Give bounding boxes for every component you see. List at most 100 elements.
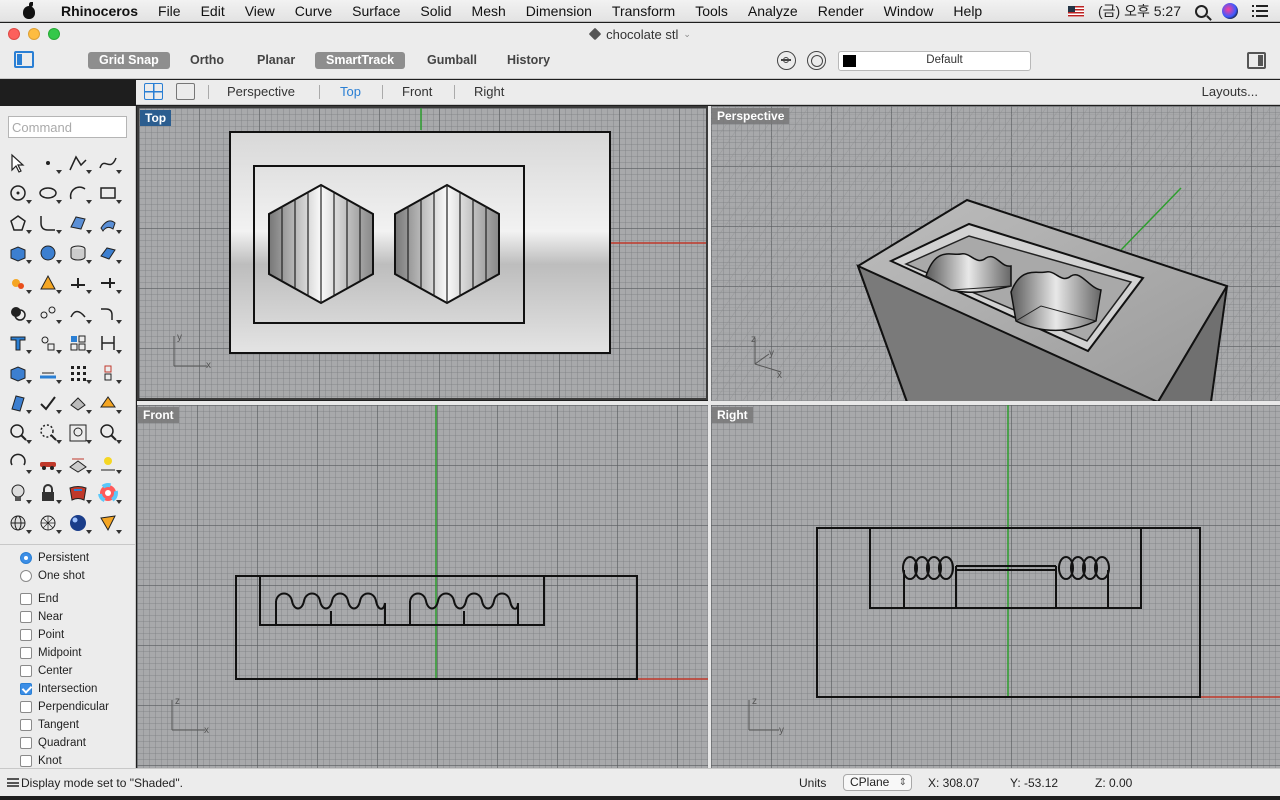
checkbox[interactable] xyxy=(20,611,32,623)
tool-button[interactable] xyxy=(64,358,94,388)
menu-transform[interactable]: Transform xyxy=(602,3,685,19)
radio-indicator[interactable] xyxy=(20,552,32,564)
osnap-midpoint-checkbox[interactable]: Midpoint xyxy=(20,647,81,659)
vertical-splitter[interactable] xyxy=(708,106,711,768)
tool-button[interactable] xyxy=(34,178,64,208)
input-source-flag-icon[interactable] xyxy=(1068,5,1084,17)
tool-button[interactable] xyxy=(34,478,64,508)
tool-button[interactable] xyxy=(94,388,124,418)
tool-button[interactable] xyxy=(4,448,34,478)
tool-button[interactable] xyxy=(4,358,34,388)
radio-indicator[interactable] xyxy=(20,570,32,582)
tool-button[interactable] xyxy=(34,238,64,268)
window-close-button[interactable] xyxy=(8,28,20,40)
tab-front[interactable]: Front xyxy=(402,84,432,99)
osnap-near-checkbox[interactable]: Near xyxy=(20,611,63,623)
tool-button[interactable] xyxy=(64,268,94,298)
filter-icon[interactable] xyxy=(777,51,796,70)
osnap-knot-checkbox[interactable]: Knot xyxy=(20,755,62,767)
osnap-one-shot-radio[interactable]: One shot xyxy=(20,570,85,582)
tool-button[interactable] xyxy=(94,418,124,448)
layouts-button[interactable]: Layouts... xyxy=(1202,84,1258,99)
window-minimize-button[interactable] xyxy=(28,28,40,40)
tool-button[interactable] xyxy=(64,388,94,418)
gumball-toggle[interactable]: Gumball xyxy=(416,52,488,69)
osnap-tangent-checkbox[interactable]: Tangent xyxy=(20,719,79,731)
tab-right[interactable]: Right xyxy=(474,84,504,99)
command-history-icon[interactable] xyxy=(7,778,19,787)
siri-icon[interactable] xyxy=(1222,3,1238,19)
tool-button[interactable] xyxy=(4,418,34,448)
tool-button[interactable] xyxy=(94,148,124,178)
tool-button[interactable] xyxy=(94,298,124,328)
checkbox[interactable] xyxy=(20,593,32,605)
tool-button[interactable] xyxy=(64,208,94,238)
document-title[interactable]: chocolate stl ⌄ xyxy=(588,27,691,42)
tool-button[interactable] xyxy=(34,328,64,358)
ortho-toggle[interactable]: Ortho xyxy=(179,52,235,69)
osnap-center-checkbox[interactable]: Center xyxy=(20,665,73,677)
notification-center-icon[interactable] xyxy=(1252,5,1268,17)
tool-button[interactable] xyxy=(4,208,34,238)
viewport-label-front[interactable]: Front xyxy=(138,407,179,423)
units-label[interactable]: Units xyxy=(799,776,826,790)
tool-button[interactable] xyxy=(34,508,64,538)
tool-button[interactable] xyxy=(4,268,34,298)
tool-button[interactable] xyxy=(4,178,34,208)
tool-button[interactable] xyxy=(64,448,94,478)
tool-button[interactable] xyxy=(64,178,94,208)
osnap-perpendicular-checkbox[interactable]: Perpendicular xyxy=(20,701,109,713)
sidebar-toggle-icon[interactable] xyxy=(14,51,34,68)
panels-toggle-icon[interactable] xyxy=(1247,52,1266,69)
tool-button[interactable] xyxy=(94,478,124,508)
checkbox[interactable] xyxy=(20,647,32,659)
current-layer-selector[interactable]: Default xyxy=(838,51,1031,71)
four-view-layout-icon[interactable] xyxy=(144,83,163,100)
tool-button[interactable] xyxy=(4,508,34,538)
menu-file[interactable]: File xyxy=(148,3,191,19)
tool-button[interactable] xyxy=(94,208,124,238)
spotlight-search-icon[interactable] xyxy=(1195,4,1208,18)
tool-button[interactable] xyxy=(64,298,94,328)
tool-button[interactable] xyxy=(64,508,94,538)
tool-button[interactable] xyxy=(34,148,64,178)
apple-icon[interactable] xyxy=(21,1,37,19)
osnap-point-checkbox[interactable]: Point xyxy=(20,629,64,641)
tool-button[interactable] xyxy=(4,298,34,328)
tool-button[interactable] xyxy=(4,238,34,268)
single-view-layout-icon[interactable] xyxy=(176,83,195,100)
checkbox[interactable] xyxy=(20,737,32,749)
tool-button[interactable] xyxy=(4,328,34,358)
tool-button[interactable] xyxy=(4,478,34,508)
checkbox[interactable] xyxy=(20,701,32,713)
tab-perspective[interactable]: Perspective xyxy=(227,84,295,99)
viewport-front[interactable]: z x Front xyxy=(137,405,708,768)
checkbox[interactable] xyxy=(20,665,32,677)
checkbox[interactable] xyxy=(20,755,32,767)
menu-view[interactable]: View xyxy=(235,3,285,19)
tool-button[interactable] xyxy=(64,148,94,178)
command-input[interactable] xyxy=(8,116,127,138)
viewport-label-top[interactable]: Top xyxy=(140,110,172,126)
viewport-perspective[interactable]: z y x Perspective xyxy=(711,106,1280,402)
viewport-label-perspective[interactable]: Perspective xyxy=(712,108,790,124)
history-toggle[interactable]: History xyxy=(496,52,561,69)
menu-analyze[interactable]: Analyze xyxy=(738,3,808,19)
tool-button[interactable] xyxy=(64,238,94,268)
tool-button[interactable] xyxy=(4,148,34,178)
tool-button[interactable] xyxy=(94,328,124,358)
osnap-target-icon[interactable] xyxy=(807,51,826,70)
tool-button[interactable] xyxy=(34,448,64,478)
menu-render[interactable]: Render xyxy=(808,3,874,19)
menu-window[interactable]: Window xyxy=(874,3,944,19)
grid-snap-toggle[interactable]: Grid Snap xyxy=(88,52,170,69)
planar-toggle[interactable]: Planar xyxy=(246,52,306,69)
menu-curve[interactable]: Curve xyxy=(285,3,342,19)
menu-surface[interactable]: Surface xyxy=(342,3,410,19)
viewport-right[interactable]: z y Right xyxy=(711,405,1280,768)
tool-button[interactable] xyxy=(94,178,124,208)
tool-button[interactable] xyxy=(34,298,64,328)
menu-solid[interactable]: Solid xyxy=(410,3,461,19)
viewport-label-right[interactable]: Right xyxy=(712,407,753,423)
window-zoom-button[interactable] xyxy=(48,28,60,40)
